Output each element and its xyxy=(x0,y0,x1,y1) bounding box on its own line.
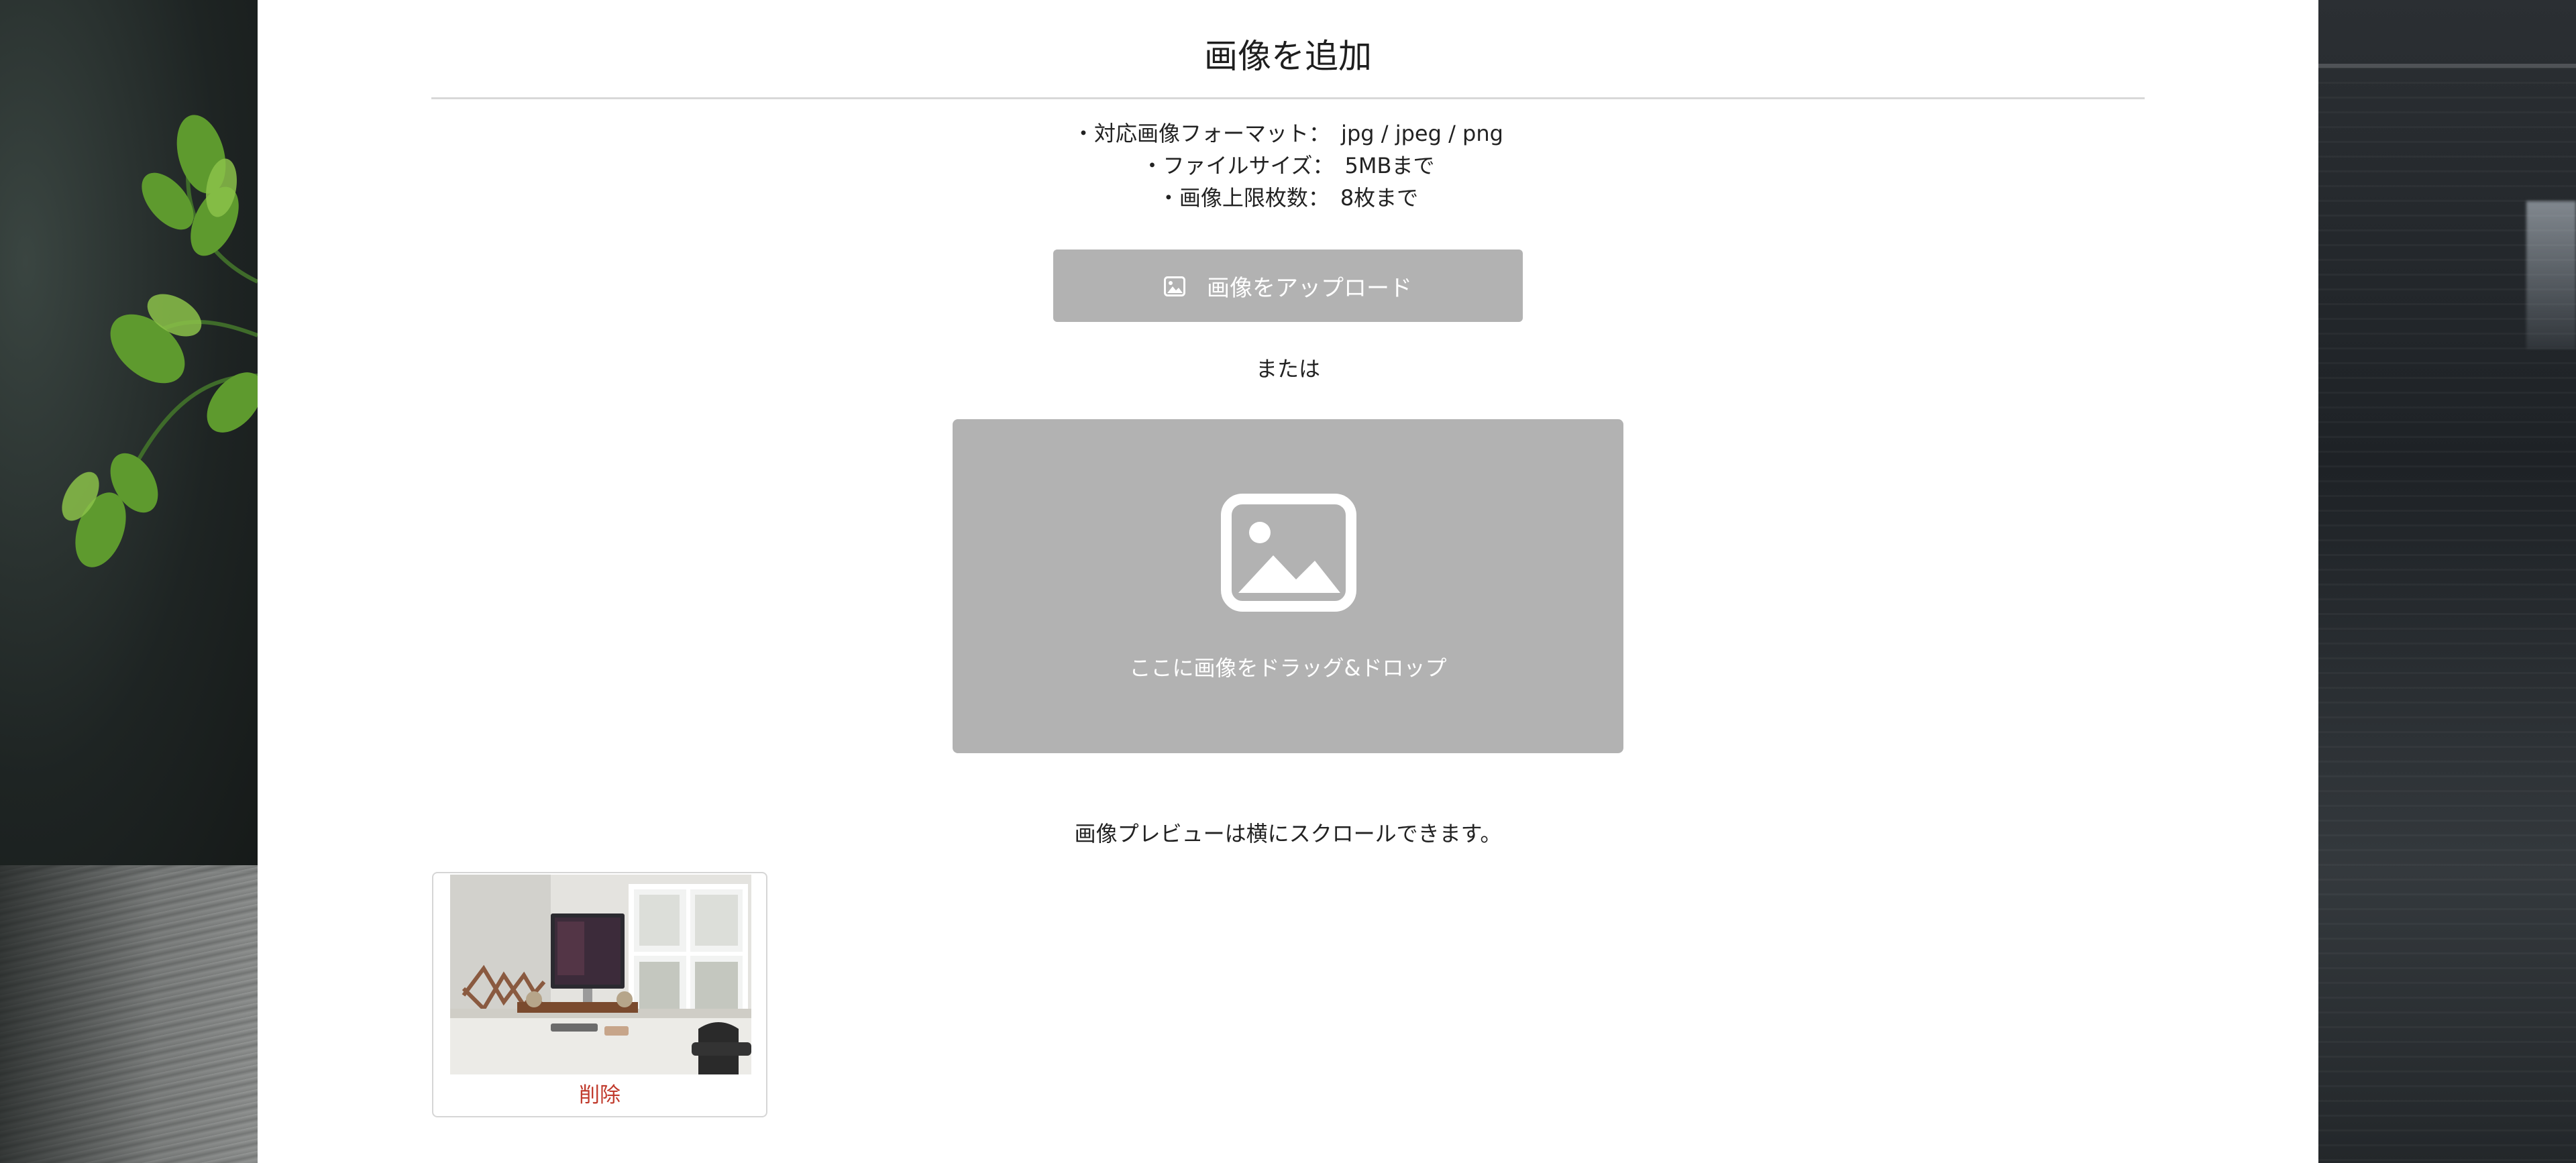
rule-max-count: ・画像上限枚数： 8枚まで xyxy=(1157,185,1419,211)
background-photo-left xyxy=(0,0,258,1163)
title-divider xyxy=(431,97,2145,99)
or-separator: または xyxy=(1255,356,1320,382)
plant-illustration xyxy=(62,115,258,567)
upload-image-button[interactable]: 画像をアップロード xyxy=(1053,250,1523,322)
preview-item: 削除 xyxy=(432,872,767,1117)
background-photo-right xyxy=(2318,0,2576,1163)
page-title: 画像を追加 xyxy=(1204,37,1372,76)
dropzone-label: ここに画像をドラッグ&ドロップ xyxy=(1129,655,1447,681)
rule-format: ・対応画像フォーマット： jpg / jpeg / png xyxy=(1073,121,1503,146)
delete-button[interactable]: 削除 xyxy=(433,1078,766,1112)
rule-file-size: ・ファイルサイズ： 5MBまで xyxy=(1141,153,1435,178)
upload-button-label: 画像をアップロード xyxy=(1207,274,1412,302)
preview-thumbnail xyxy=(450,875,751,1074)
upload-rules: ・対応画像フォーマット： jpg / jpeg / png ・ファイルサイズ： … xyxy=(258,117,2318,214)
image-icon xyxy=(1164,276,1185,296)
preview-scroll-note: 画像プレビューは横にスクロールできます。 xyxy=(1074,821,1502,846)
drag-drop-zone[interactable]: ここに画像をドラッグ&ドロップ xyxy=(953,419,1623,753)
desk-workspace-photo xyxy=(450,875,751,1074)
image-icon xyxy=(1221,494,1356,612)
image-upload-panel: 画像を追加 ・対応画像フォーマット： jpg / jpeg / png ・ファイ… xyxy=(258,0,2318,1163)
